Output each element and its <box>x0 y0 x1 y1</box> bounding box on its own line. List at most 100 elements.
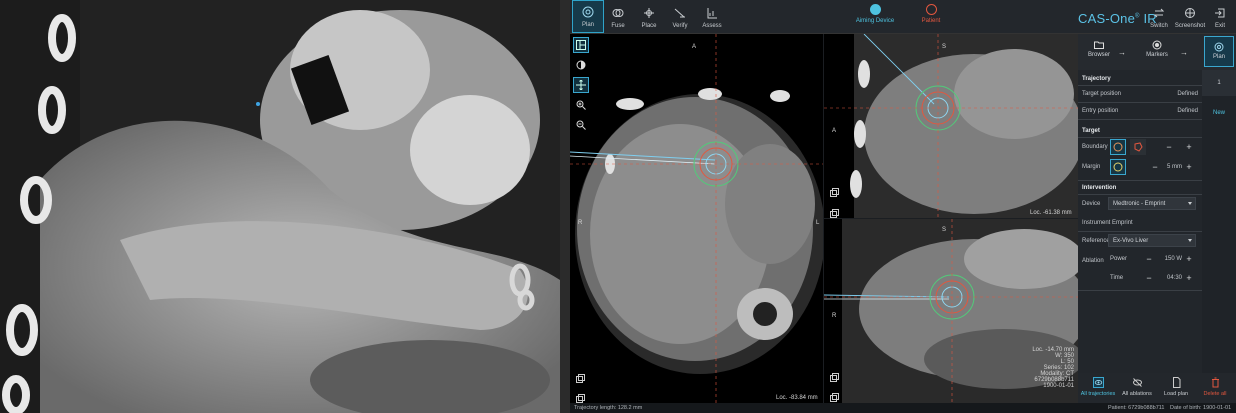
trajectory-tabs: 1 New <box>1202 70 1236 373</box>
orientation-label: R <box>832 313 837 319</box>
assess-icon <box>707 8 717 19</box>
instrument-value: Emprint <box>1112 220 1133 226</box>
layout-tool[interactable] <box>573 37 589 53</box>
pan-tool[interactable] <box>573 77 589 93</box>
power-plus-button[interactable]: + <box>1184 254 1194 264</box>
viewport-tools <box>570 34 592 394</box>
arrow-right-icon: → <box>1180 48 1188 57</box>
boundary-plus-button[interactable]: + <box>1184 142 1194 152</box>
contrast-tool[interactable] <box>573 57 589 73</box>
delete-all-button[interactable]: Delete all <box>1196 377 1234 397</box>
workflow-wizard: Browser → Markers → Plan <box>1078 34 1236 70</box>
device-value: Medtronic - Emprint <box>1113 201 1166 207</box>
ct-photo <box>0 0 570 413</box>
step-plan[interactable]: Plan <box>1204 36 1234 67</box>
step-label: Markers <box>1146 52 1168 58</box>
study-date: 1900-01-01 <box>1043 383 1074 389</box>
boundary-minus-button[interactable]: − <box>1164 142 1174 152</box>
orientation-label: A <box>832 128 837 134</box>
boundary-freeform-button[interactable] <box>1130 139 1146 155</box>
tool-label: Plan <box>581 22 594 28</box>
viewport-sagittal[interactable]: S A Loc. -61.38 mm <box>824 34 1078 218</box>
tool-label: Place <box>641 23 657 29</box>
orientation-label: S <box>942 227 947 233</box>
margin-label: Margin <box>1082 164 1101 170</box>
step-browser[interactable]: Browser <box>1084 40 1114 58</box>
brand-name: CAS-One <box>1078 11 1136 26</box>
verify-icon <box>674 8 685 18</box>
arrow-right-icon: → <box>1118 48 1126 57</box>
action-exit[interactable]: Exit <box>1204 0 1236 33</box>
viewport-axial[interactable]: A L R Loc. -83.84 mm <box>570 34 823 403</box>
time-plus-button[interactable]: + <box>1184 273 1194 283</box>
expand-icon[interactable] <box>830 389 839 403</box>
tool-label: Assess <box>702 23 722 29</box>
zoom-in-icon <box>576 100 586 110</box>
margin-minus-button[interactable]: − <box>1150 162 1160 172</box>
action-label: Switch <box>1150 23 1168 29</box>
all-ablations-button[interactable]: All ablations <box>1118 377 1156 397</box>
reference-select[interactable]: Ex-Vivo Liver <box>1108 234 1196 247</box>
trajectory-length: Trajectory length: 128.2 mm <box>574 405 643 411</box>
load-plan-button[interactable]: Load plan <box>1157 377 1195 397</box>
orientation-label: S <box>942 44 947 50</box>
tool-label: Verify <box>672 23 688 29</box>
status-dot-icon <box>869 4 881 15</box>
reference-label: Reference <box>1082 238 1110 244</box>
margin-toggle-button[interactable] <box>1110 159 1126 175</box>
tool-plan[interactable]: Plan <box>572 0 604 33</box>
tool-place[interactable]: Place <box>633 0 665 33</box>
zoom-out-tool[interactable] <box>573 117 589 133</box>
target-position-label: Target position <box>1082 91 1122 97</box>
all-trajectories-button[interactable]: All trajectories <box>1079 377 1117 397</box>
circle-icon <box>1113 142 1123 152</box>
action-screenshot[interactable]: Screenshot <box>1174 0 1206 33</box>
status-bar: Trajectory length: 128.2 mm Patient: 672… <box>570 403 1236 413</box>
ct-photo-image <box>0 0 570 413</box>
zoom-in-tool[interactable] <box>573 97 589 113</box>
boundary-sphere-button[interactable] <box>1110 139 1126 155</box>
power-minus-button[interactable]: − <box>1144 254 1154 264</box>
move-icon <box>576 80 586 90</box>
device-label: Device <box>1082 201 1101 207</box>
boundary-label: Boundary <box>1082 144 1108 150</box>
action-label: Load plan <box>1163 391 1189 397</box>
status-label: Aiming Device <box>855 18 895 24</box>
status-dot-icon <box>925 4 937 15</box>
trajectory-tab-1[interactable]: 1 <box>1202 70 1236 96</box>
reference-value: Ex-Vivo Liver <box>1113 238 1149 244</box>
trash-icon <box>1211 377 1219 388</box>
plan-icon <box>1214 42 1224 52</box>
power-label: Power <box>1110 256 1128 262</box>
freeform-icon <box>1134 142 1143 152</box>
tool-verify[interactable]: Verify <box>664 0 696 33</box>
screenshot-icon <box>1185 8 1195 18</box>
expand-icon[interactable] <box>830 369 839 387</box>
zoom-out-icon <box>576 120 586 130</box>
margin-plus-button[interactable]: + <box>1184 162 1194 172</box>
time-minus-button[interactable]: − <box>1144 273 1154 283</box>
tool-fuse[interactable]: Fuse <box>602 0 634 33</box>
action-switch[interactable]: Switch <box>1143 0 1175 33</box>
step-label: Browser <box>1087 52 1110 58</box>
trajectory-tab-new[interactable]: New <box>1202 100 1236 126</box>
orientation-label: L <box>816 220 820 226</box>
chevron-down-icon <box>1188 239 1192 242</box>
layout-icon <box>576 40 586 50</box>
step-markers[interactable]: Markers <box>1142 40 1172 58</box>
top-toolbar: Plan Fuse Place Verify Assess Aiming Dev… <box>570 0 1236 34</box>
cas-one-app: Plan Fuse Place Verify Assess Aiming Dev… <box>570 0 1236 413</box>
expand-icon[interactable] <box>830 205 839 218</box>
action-label: Screenshot <box>1174 23 1206 29</box>
status-patient: Patient <box>901 4 961 24</box>
tool-assess[interactable]: Assess <box>696 0 728 33</box>
trajectory-tab-label: New <box>1212 110 1225 116</box>
status-aiming-device: Aiming Device <box>845 4 905 24</box>
viewport-coronal[interactable]: S R Loc. -14.70 mm W: 350 L: 50 Series: … <box>824 219 1078 403</box>
device-select[interactable]: Medtronic - Emprint <box>1108 197 1196 210</box>
expand-icon[interactable] <box>830 184 839 202</box>
chevron-down-icon <box>1188 202 1192 205</box>
margin-value: 5 mm <box>1167 164 1182 170</box>
file-icon <box>1172 377 1180 388</box>
plan-icon <box>582 6 594 18</box>
